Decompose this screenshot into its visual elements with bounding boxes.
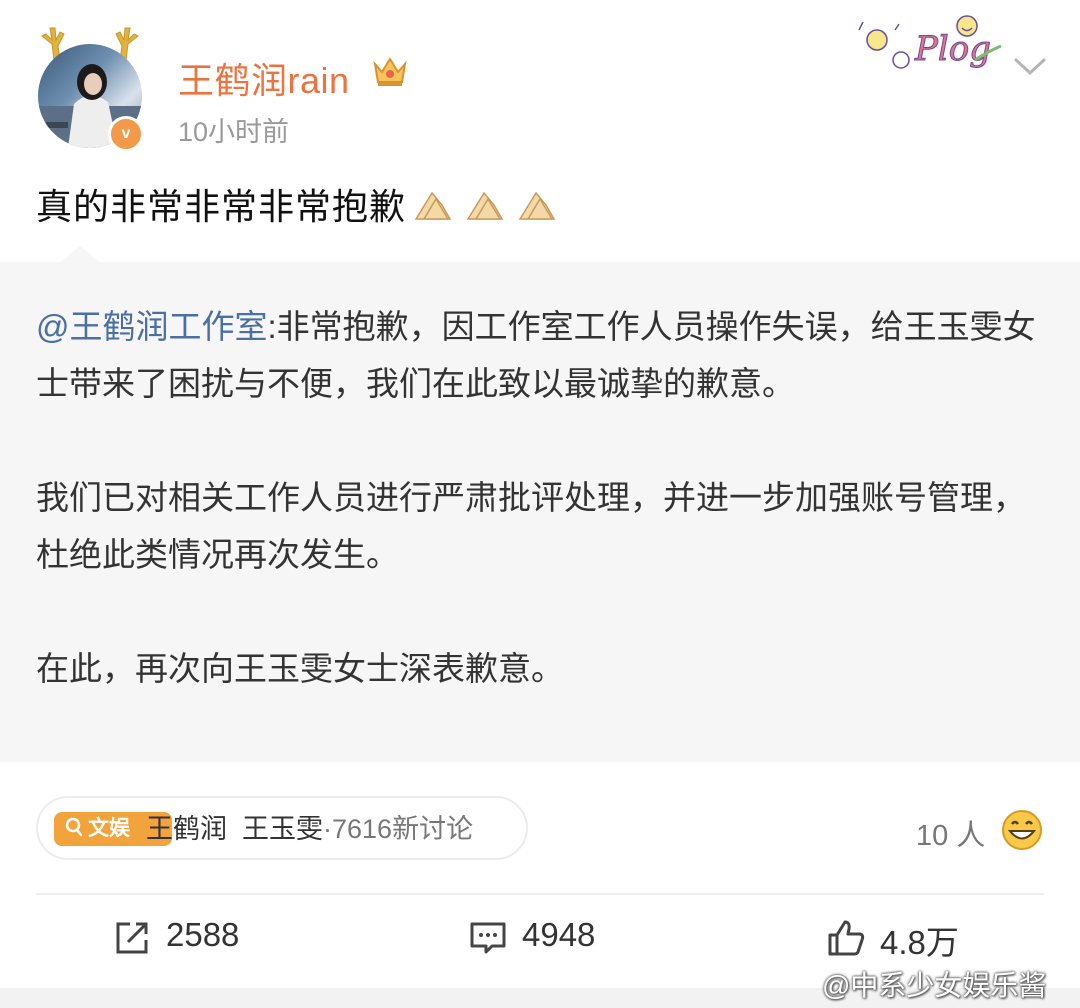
verified-badge-icon: v — [108, 116, 144, 152]
topic-tag-label: 文娱 — [88, 817, 130, 840]
thumbs-up-icon — [828, 920, 865, 956]
crown-icon — [373, 57, 407, 86]
chevron-down-icon[interactable] — [1012, 54, 1048, 78]
avatar-container[interactable]: v — [30, 22, 150, 152]
repost-paragraph-1: @王鹤润工作室:非常抱歉，因工作室工作人员操作失误，给王玉雯女士带来了困扰与不便… — [36, 298, 1046, 412]
topic-names: 王鹤润 王玉雯·7616新讨论 — [146, 812, 473, 846]
repost-paragraph-2: 我们已对相关工作人员进行严肃批评处理，并进一步加强账号管理，杜绝此类情况再次发生… — [36, 479, 1026, 573]
divider — [36, 893, 1044, 895]
repost-button[interactable]: 2588 — [112, 914, 262, 962]
plog-badge-label: Plog — [914, 29, 991, 69]
watermark: @中系少女娱乐酱 — [822, 970, 1047, 1001]
reactions-count[interactable]: 10 人 — [916, 812, 985, 854]
plog-badge-icon[interactable]: Plog — [855, 10, 1005, 80]
post-text: 真的非常非常非常抱歉 — [36, 178, 556, 234]
repost-block[interactable]: @王鹤润工作室:非常抱歉，因工作室工作人员操作失误，给王玉雯女士带来了困扰与不便… — [0, 246, 1080, 762]
post-timestamp: 10小时前 — [178, 117, 290, 147]
search-icon — [65, 817, 83, 837]
mention-link[interactable]: @王鹤润工作室 — [36, 308, 268, 345]
topic-count: ·7616新讨论 — [323, 814, 474, 844]
repost-paragraph-3: 在此，再次向王玉雯女士深表歉意。 — [36, 650, 564, 687]
repost-share-icon — [116, 922, 148, 954]
like-count: 4.8万 — [880, 924, 959, 961]
topic-names-text: 王鹤润 王玉雯 — [146, 814, 324, 844]
comment-icon — [470, 922, 506, 954]
username[interactable]: 王鹤润rain — [178, 52, 350, 104]
repost-notch — [58, 246, 102, 264]
weibo-post-card: v 王鹤润rain 10小时前 Plog 真的非常非常非常抱歉 @王鹤润工作室:… — [0, 0, 1080, 1008]
post-text-content: 真的非常非常非常抱歉 — [36, 186, 407, 227]
comment-button[interactable]: 4948 — [468, 914, 618, 962]
like-button[interactable]: 4.8万 — [826, 914, 986, 962]
pressed-hands-emoji-icon — [412, 185, 556, 234]
grinning-face-emoji-icon[interactable] — [1000, 808, 1044, 852]
topic-pill[interactable]: 文娱 王鹤润 王玉雯·7616新讨论 — [36, 796, 528, 860]
repost-body: @王鹤润工作室:非常抱歉，因工作室工作人员操作失误，给王玉雯女士带来了困扰与不便… — [36, 298, 1046, 697]
comment-count: 4948 — [522, 916, 596, 953]
repost-count: 2588 — [166, 916, 240, 953]
